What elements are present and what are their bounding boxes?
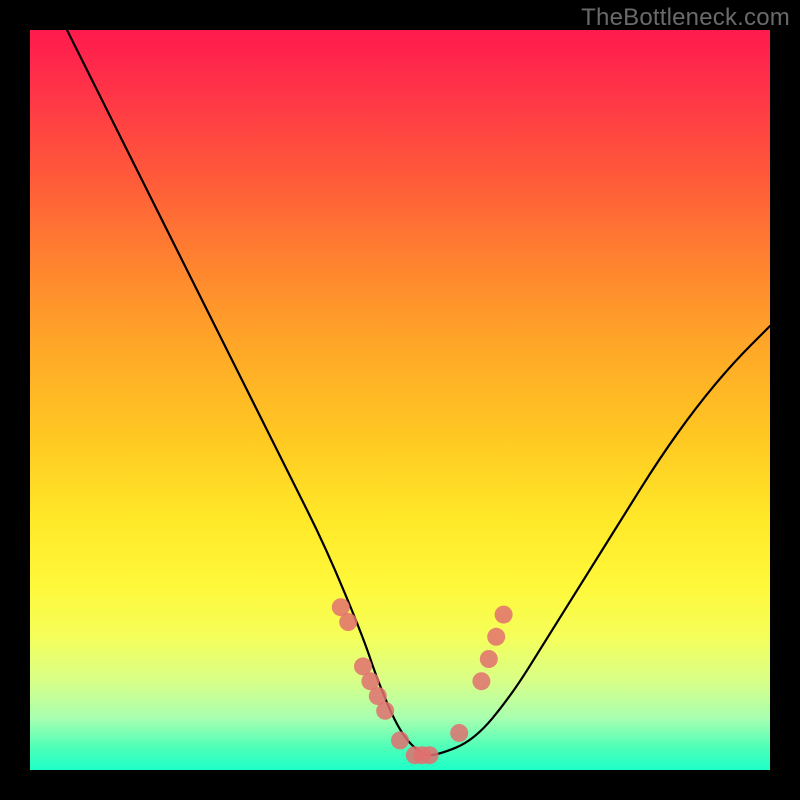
highlight-dot <box>450 724 468 742</box>
plot-area <box>30 30 770 770</box>
curve-svg <box>30 30 770 770</box>
highlight-dot <box>339 613 357 631</box>
highlight-dots <box>332 598 513 764</box>
highlight-dot <box>487 628 505 646</box>
highlight-dot <box>376 702 394 720</box>
highlight-dot <box>480 650 498 668</box>
highlight-dot <box>472 672 490 690</box>
highlight-dot <box>495 606 513 624</box>
highlight-dot <box>391 731 409 749</box>
highlight-dot <box>421 746 439 764</box>
watermark-text: TheBottleneck.com <box>581 4 790 32</box>
chart-frame: TheBottleneck.com <box>0 0 800 800</box>
bottleneck-curve <box>67 30 770 755</box>
